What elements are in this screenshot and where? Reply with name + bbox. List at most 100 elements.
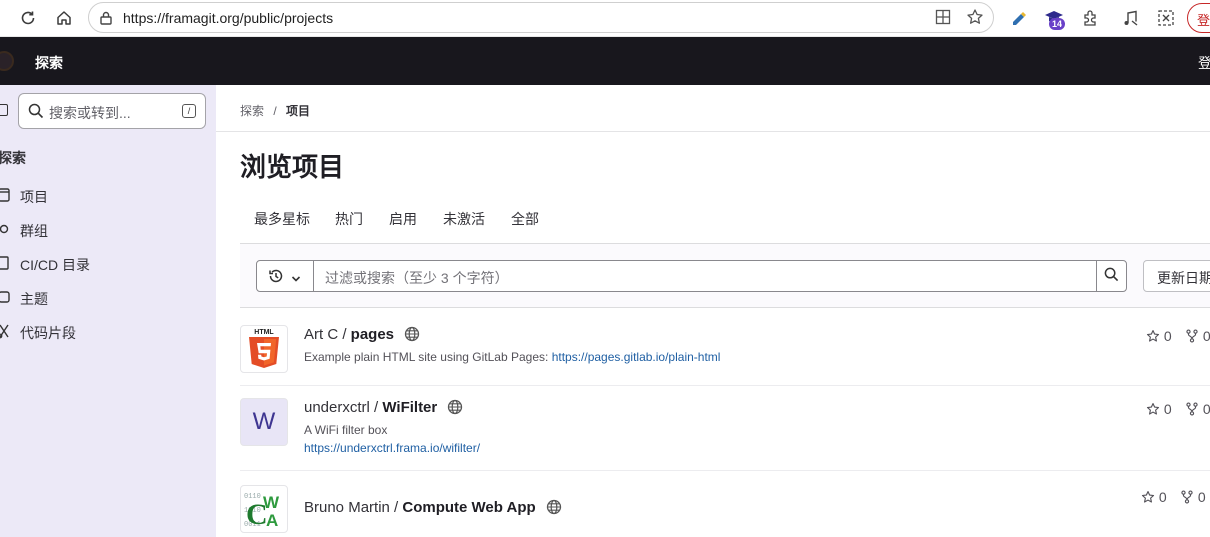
app-grid-icon[interactable] [935,9,951,28]
sidebar-section-title: 探索 [0,150,26,166]
fork-count-value: 0 [1202,328,1210,344]
search-icon [28,103,44,122]
tab-inactive[interactable]: 未激活 [443,209,485,229]
globe-icon [405,326,420,342]
snippet-icon [0,323,12,339]
screenshot-icon[interactable] [1154,6,1178,30]
address-bar[interactable]: https://framagit.org/public/projects [88,2,994,33]
cwa-logo-icon: 0110 1010 0011 C W A [244,493,280,531]
fork-count[interactable]: 0 [1180,489,1206,505]
globe-icon [448,399,463,415]
filter-bar: 过滤或搜索（至少 3 个字符） 更新日期 [240,244,1210,308]
home-icon[interactable] [52,6,76,30]
project-title[interactable]: underxctrl / WiFilter [304,399,463,416]
tab-most-starred[interactable]: 最多星标 [254,209,310,229]
sort-dropdown[interactable]: 更新日期 [1143,260,1210,292]
project-description-link[interactable]: https://pages.gitlab.io/plain-html [552,350,721,364]
search-shortcut-key: / [182,104,196,118]
fork-count-value: 0 [1202,401,1210,417]
project-namespace: Bruno Martin / [304,499,403,516]
star-count-value: 0 [1163,328,1172,344]
globe-icon [546,499,562,515]
project-website-link[interactable]: https://underxctrl.frama.io/wifilter/ [304,441,480,455]
bookmark-star-icon[interactable] [966,8,984,29]
sidebar-toggle-icon[interactable] [0,104,8,116]
project-row: 0110 1010 0011 C W A Bruno Martin / Comp… [240,471,1210,537]
page-title: 浏览项目 [240,152,345,182]
tab-trending[interactable]: 热门 [335,209,363,229]
project-name: WiFilter [382,399,438,416]
svg-text:W: W [263,493,280,512]
project-title[interactable]: Bruno Martin / Compute Web App [304,499,562,516]
project-tabs: 最多星标 热门 启用 未激活 全部 [240,196,1210,244]
svg-text:HTML: HTML [254,329,274,336]
project-icon [0,187,12,203]
extensions-puzzle-icon[interactable] [1079,6,1103,30]
search-icon [1104,267,1119,285]
reload-icon[interactable] [16,6,40,30]
header-title: 探索 [35,55,63,71]
fork-count[interactable]: 0 [1185,401,1210,417]
breadcrumb-divider [216,131,1210,132]
catalog-icon [0,255,12,271]
fork-icon [1186,402,1198,416]
sign-in-link[interactable]: 登 [1198,53,1210,73]
breadcrumb-root[interactable]: 探索 [240,104,264,118]
project-title[interactable]: Art C / pages [304,326,420,343]
sidebar-item-catalog[interactable]: CI/CD 目录 [0,248,216,278]
app-header: 探索 登 [0,37,1210,85]
sidebar-item-projects[interactable]: 项目 [0,180,216,210]
svg-text:A: A [266,511,278,530]
star-icon [1146,403,1160,415]
sidebar-search-placeholder: 搜索或转到... [49,105,131,121]
sidebar-item-label: 代码片段 [20,325,76,341]
project-avatar-cwa[interactable]: 0110 1010 0011 C W A [240,485,288,533]
project-row: HTML Art C / pages Example plain HTML si… [240,309,1210,386]
project-name: pages [350,326,395,343]
browser-profile-button[interactable]: 登 [1187,3,1210,33]
topic-icon [0,289,12,305]
tab-all[interactable]: 全部 [511,209,539,229]
group-icon [0,221,12,237]
project-avatar-letter[interactable]: W [240,398,288,446]
history-icon [268,268,284,287]
fork-icon [1186,329,1198,343]
star-icon [1141,491,1155,503]
url-text: https://framagit.org/public/projects [123,10,334,26]
breadcrumb: 探索 / 项目 [240,102,310,119]
project-namespace: underxctrl / [304,399,383,416]
breadcrumb-current[interactable]: 项目 [286,104,310,118]
filter-placeholder: 过滤或搜索（至少 3 个字符） [325,270,509,286]
framagit-logo-icon[interactable] [0,51,14,71]
chevron-down-icon [291,271,301,287]
filter-search-input[interactable]: 过滤或搜索（至少 3 个字符） [313,260,1097,292]
sidebar-item-groups[interactable]: 群组 [0,214,216,244]
project-description: A WiFi filter box [304,423,388,437]
site-info-icon[interactable] [99,10,113,29]
star-icon [1146,330,1160,342]
sort-label: 更新日期 [1157,270,1210,286]
star-count[interactable]: 0 [1146,401,1172,417]
project-avatar-html5[interactable]: HTML [240,325,288,373]
star-count[interactable]: 0 [1141,489,1167,505]
media-control-icon[interactable] [1119,6,1143,30]
star-count[interactable]: 0 [1146,328,1172,344]
tab-active[interactable]: 启用 [389,209,417,229]
project-row: W underxctrl / WiFilter A WiFi filter bo… [240,386,1210,471]
sidebar-item-label: 项目 [20,189,48,205]
star-count-value: 0 [1158,489,1167,505]
search-submit-button[interactable] [1096,260,1127,292]
recent-searches-button[interactable] [256,260,314,292]
project-namespace: Art C / [304,326,351,343]
browser-toolbar: https://framagit.org/public/projects 14 … [0,0,1210,37]
extension-pen-icon[interactable] [1007,6,1031,30]
sidebar-item-label: CI/CD 目录 [20,257,90,273]
sidebar-item-topics[interactable]: 主题 [0,282,216,312]
sidebar: 搜索或转到... / 探索 项目 群组 CI/CD 目录 主题 代码片段 [0,85,216,537]
fork-icon [1181,490,1193,504]
project-description: Example plain HTML site using GitLab Pag… [304,350,720,364]
sidebar-search-button[interactable]: 搜索或转到... / [18,93,206,129]
fork-count[interactable]: 0 [1185,328,1210,344]
sidebar-item-snippets[interactable]: 代码片段 [0,316,216,346]
project-description-text: Example plain HTML site using GitLab Pag… [304,350,552,364]
